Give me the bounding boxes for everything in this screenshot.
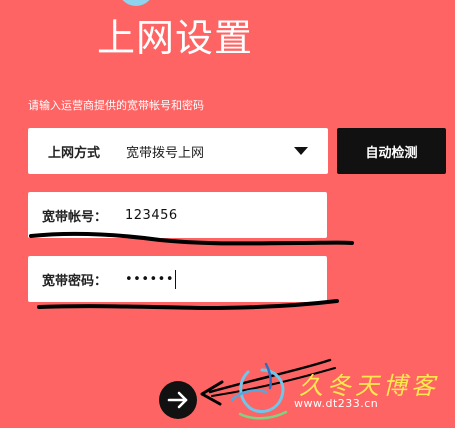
password-mask: •••••• — [125, 271, 175, 287]
dropdown-caret-icon[interactable] — [294, 147, 308, 155]
password-label: 宽带密码： — [42, 273, 108, 289]
watermark-url: www.dt233.cn — [294, 397, 379, 410]
text-cursor — [175, 269, 177, 289]
account-label: 宽带帐号： — [42, 209, 108, 225]
pointer-arrowhead-mark — [200, 380, 224, 406]
page-title: 上网设置 — [97, 16, 254, 60]
auto-detect-button[interactable]: 自动检测 — [337, 128, 446, 174]
password-field[interactable]: 宽带密码： •••••• — [28, 256, 327, 302]
connection-type-select[interactable]: 上网方式 宽带拨号上网 — [28, 128, 328, 174]
top-logo-icon — [118, 0, 154, 6]
underline-mark-password — [37, 299, 339, 311]
password-input[interactable]: •••••• — [125, 269, 177, 289]
watermark-logo-icon — [230, 362, 288, 420]
instruction-text: 请输入运营商提供的宽带帐号和密码 — [28, 99, 204, 112]
account-input[interactable]: 123456 — [125, 208, 178, 223]
connection-type-label: 上网方式 — [48, 145, 101, 161]
account-field[interactable]: 宽带帐号： 123456 — [28, 192, 327, 238]
next-button[interactable] — [159, 381, 197, 419]
connection-type-value[interactable]: 宽带拨号上网 — [126, 142, 294, 161]
watermark-text: 久冬天博客 — [299, 372, 439, 400]
arrow-right-icon — [167, 391, 188, 409]
